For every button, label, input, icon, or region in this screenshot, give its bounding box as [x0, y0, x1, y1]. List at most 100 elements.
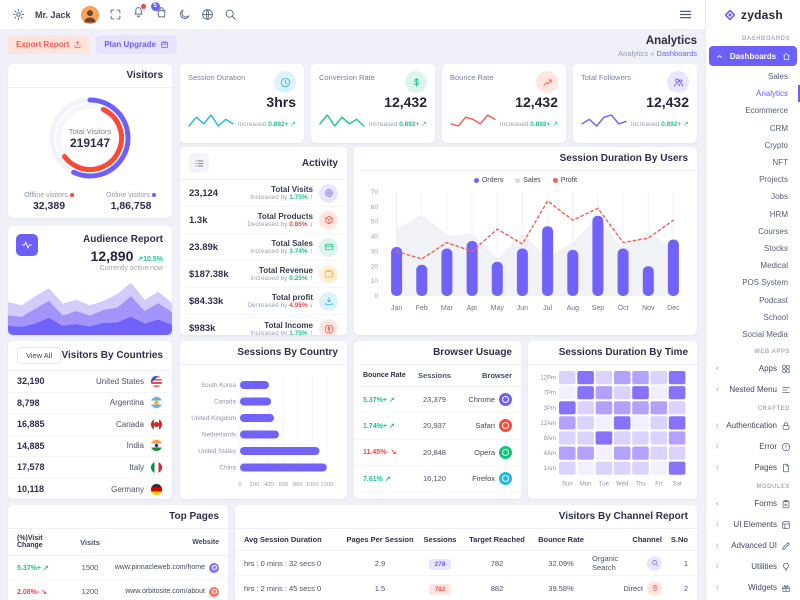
sidebar-groups: WEB APPS Apps Nested Menu CRAFTED Authen… [706, 343, 800, 598]
sidebar-subitem[interactable]: Jobs [706, 188, 800, 205]
sidebar-subitem[interactable]: NFT [706, 154, 800, 171]
svg-text:Sat: Sat [673, 482, 682, 488]
sidebar-item-icon [781, 520, 791, 530]
view-all-button[interactable]: View All [17, 347, 61, 364]
avatar[interactable] [81, 6, 99, 24]
svg-text:China: China [220, 465, 237, 472]
sidebar-item-icon [781, 385, 791, 395]
svg-text:Tue: Tue [599, 482, 610, 488]
kpi-sparkline [188, 112, 234, 128]
sidebar-item-icon [781, 583, 791, 593]
top-page-row: 5.37%+ ↗ 1500 www.pinnacleweb.com/home [8, 556, 228, 580]
activity-row-icon [319, 238, 338, 257]
sidebar-item[interactable]: Error [706, 436, 800, 457]
channel-icon [647, 556, 662, 571]
app-root: Mr. Jack 5 zydash DASHBOARDS Dashboards … [0, 0, 800, 600]
page-title: Analytics [618, 35, 697, 47]
sidebar-group: MODULES Forms UI Elements Advanced UI Ut… [706, 478, 800, 598]
sidebar-item[interactable]: Pages [706, 457, 800, 478]
sidebar-item[interactable]: Utilities [706, 556, 800, 577]
sidebar-subitem[interactable]: HRM [706, 206, 800, 223]
sidebar-subitem[interactable]: Sales [706, 68, 800, 85]
chevron-left-icon [714, 422, 721, 429]
top-page-row: 2.08%- ↘ 1200 www.orbitosite.com/about [8, 580, 228, 600]
svg-text:800: 800 [293, 482, 303, 488]
chevron-left-icon [714, 542, 721, 549]
svg-text:4Am: 4Am [544, 451, 556, 457]
breadcrumb-dashboards-link[interactable]: Dashboards [657, 49, 697, 58]
visitors-card: Visitors Total Visitors 219147 Offline v… [8, 64, 172, 218]
browser-icon [499, 393, 512, 406]
cart-button[interactable]: 5 [155, 6, 168, 24]
svg-text:0: 0 [374, 293, 378, 300]
sidebar-subitem[interactable]: CRM [706, 120, 800, 137]
browser-row: 7.61% ↗ 16,120 Firefox [354, 466, 521, 492]
user-name: Mr. Jack [35, 10, 71, 20]
sidebar-subitem[interactable]: School [706, 309, 800, 326]
svg-text:12Am: 12Am [540, 421, 556, 427]
country-flag-icon [150, 375, 163, 388]
sidebar-subitem[interactable]: Crypto [706, 137, 800, 154]
sidebar-subitem[interactable]: Ecommerce [706, 102, 800, 119]
sidebar-subitem[interactable]: Projects [706, 171, 800, 188]
sidebar-item[interactable]: Advanced UI [706, 535, 800, 556]
chevron-left-icon [714, 443, 721, 450]
sidebar-item[interactable]: Apps [706, 358, 800, 379]
sidebar-item-dashboards[interactable]: Dashboards [709, 46, 797, 66]
calendar-icon [160, 40, 169, 49]
sidebar-subitem[interactable]: Analytics [706, 85, 800, 102]
legend-item: Sales [515, 177, 541, 184]
sidebar-subitem[interactable]: Social Media [706, 326, 800, 343]
sidebar-item[interactable]: UI Elements [706, 514, 800, 535]
sidebar-item-icon [781, 421, 791, 431]
activity-row-icon [319, 292, 338, 311]
export-icon [73, 40, 82, 49]
audience-pulse-button[interactable] [16, 234, 38, 256]
audience-area-chart [8, 278, 172, 335]
activity-options-button[interactable] [189, 153, 209, 173]
sidebar-subitem[interactable]: Stocks [706, 240, 800, 257]
sidebar-subitem[interactable]: Medical [706, 257, 800, 274]
translate-icon[interactable] [201, 8, 214, 21]
brand[interactable]: zydash [706, 0, 800, 30]
sidebar-subitem[interactable]: Podcast [706, 291, 800, 308]
kpi-row: Session Duration 3hrs Increased 0.892+ ↗… [180, 64, 697, 143]
search-icon[interactable] [224, 8, 237, 21]
kpi-card: Conversion Rate 12,432 Increased 0.892+ … [311, 64, 435, 143]
sidebar-item[interactable]: Nested Menu [706, 379, 800, 400]
settings-icon[interactable] [12, 8, 25, 21]
notification-dot [141, 4, 146, 9]
svg-text:8Am: 8Am [544, 436, 556, 442]
sidebar-subitem[interactable]: Courses [706, 223, 800, 240]
svg-text:10: 10 [371, 278, 379, 285]
plan-upgrade-button[interactable]: Plan Upgrade [96, 35, 177, 54]
kpi-card: Session Duration 3hrs Increased 0.892+ ↗ [180, 64, 304, 143]
chevron-left-icon [714, 500, 721, 507]
country-flag-icon [150, 439, 163, 452]
sidebar-item[interactable]: Authentication [706, 415, 800, 436]
sidebar-toggle-icon[interactable] [678, 7, 693, 22]
activity-row: 1.3k Total Products Decreased by 0.85% ↓ [180, 207, 347, 234]
top-pages-card: Top Pages (%)Visit Change Visits Website… [8, 505, 228, 600]
country-row: 17,578 Italy [8, 457, 172, 479]
country-flag-icon [150, 396, 163, 409]
svg-text:Thu: Thu [635, 482, 645, 488]
svg-text:400: 400 [264, 482, 274, 488]
sidebar-item-icon [781, 463, 791, 473]
activity-row-icon [319, 319, 338, 335]
sidebar-section-label: DASHBOARDS [706, 30, 800, 45]
fullscreen-icon[interactable] [109, 8, 122, 21]
sidebar-item[interactable]: Forms [706, 493, 800, 514]
browser-row: 1.74%+ ↗ 20,937 Safari [354, 413, 521, 439]
notifications-button[interactable] [132, 6, 145, 24]
moon-icon[interactable] [178, 8, 191, 21]
export-report-button[interactable]: Export Report [8, 35, 90, 54]
browser-row: 5.37%+ ↗ 23,379 Chrome [354, 387, 521, 413]
cart-badge: 5 [151, 2, 160, 11]
activity-row: 23.89k Total Sales Increased by 3.74% ↑ [180, 234, 347, 261]
sidebar-item[interactable]: Widgets [706, 577, 800, 598]
country-flag-icon [150, 483, 163, 496]
sidebar-subitem[interactable]: POS System [706, 274, 800, 291]
sessions-by-country-card: Sessions By Country 02004006008001000120… [180, 341, 347, 499]
chevron-left-icon [714, 365, 721, 372]
